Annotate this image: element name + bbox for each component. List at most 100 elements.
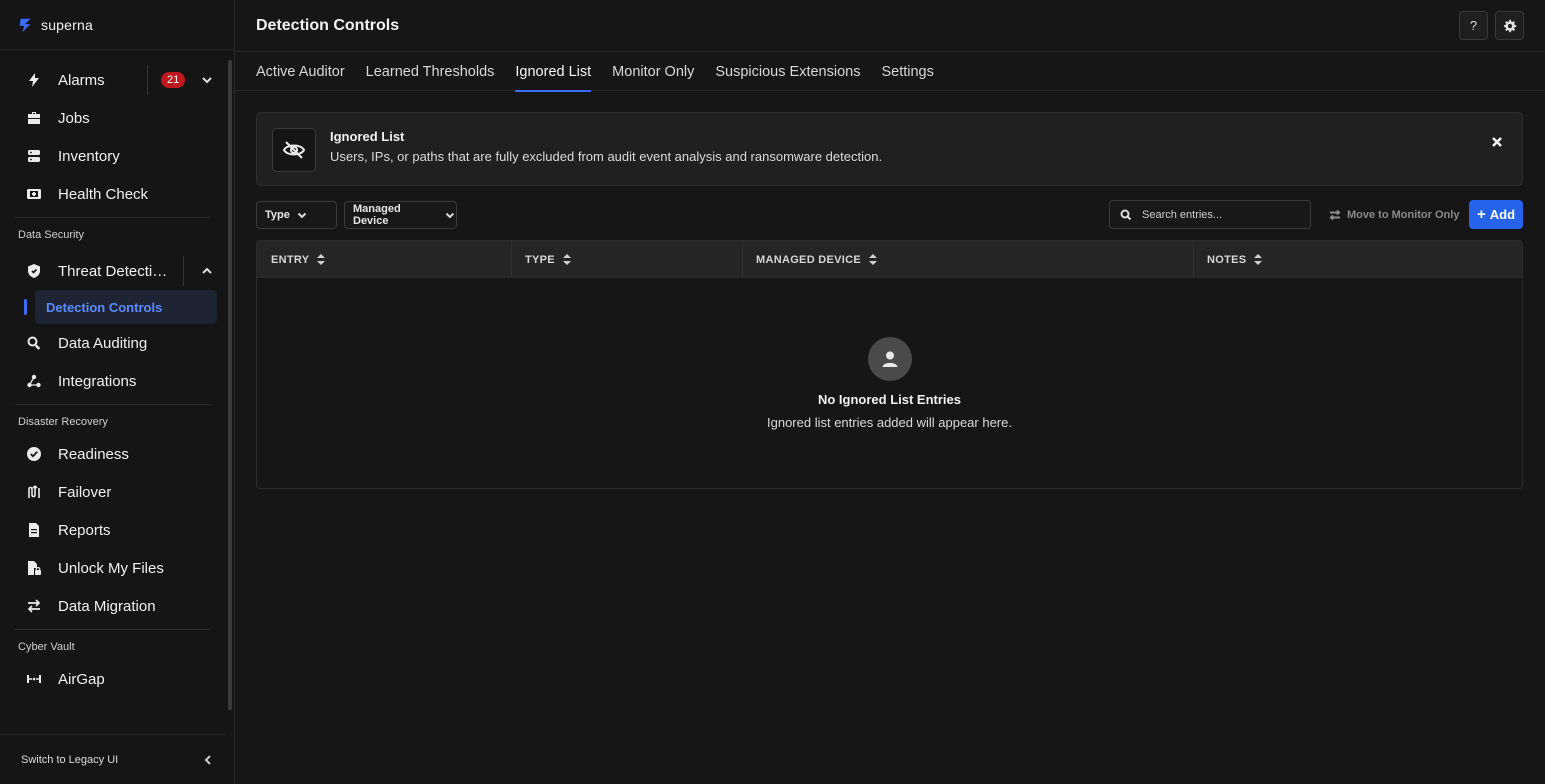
sidebar-scrollbar[interactable] xyxy=(228,60,232,710)
sidebar-item-detection-controls[interactable]: Detection Controls xyxy=(24,290,217,324)
move-label: Move to Monitor Only xyxy=(1347,208,1460,221)
column-header-entry[interactable]: ENTRY xyxy=(257,241,326,278)
type-filter-dropdown[interactable]: Type xyxy=(256,201,337,229)
main-content: Detection Controls ? Active Auditor Lear… xyxy=(235,0,1545,784)
sidebar-item-integrations[interactable]: Integrations xyxy=(0,362,225,400)
swap-arrows-icon xyxy=(26,598,42,614)
legacy-label: Switch to Legacy UI xyxy=(21,753,119,766)
sidebar-nav: Alarms 21 Jobs Inventory Health Check Da… xyxy=(0,50,225,698)
chevron-up-icon[interactable] xyxy=(200,264,214,278)
briefcase-icon xyxy=(26,110,42,126)
file-lock-icon xyxy=(26,560,42,576)
column-header-label: TYPE xyxy=(525,253,555,266)
superna-logo-icon xyxy=(19,18,31,32)
add-button[interactable]: + Add xyxy=(1469,200,1523,229)
sort-icon xyxy=(1254,254,1263,265)
brand-logo[interactable]: superna xyxy=(0,0,234,50)
tab-suspicious-extensions[interactable]: Suspicious Extensions xyxy=(715,52,860,91)
sidebar-item-data-migration[interactable]: Data Migration xyxy=(0,587,225,625)
divider xyxy=(15,217,210,218)
sidebar-item-label: Alarms xyxy=(58,71,105,89)
sidebar-item-inventory[interactable]: Inventory xyxy=(0,137,225,175)
chevron-left-icon[interactable] xyxy=(201,753,215,767)
sidebar-item-airgap[interactable]: AirGap xyxy=(0,660,225,698)
health-kit-icon xyxy=(26,186,42,202)
divider xyxy=(15,629,210,630)
page-title: Detection Controls xyxy=(256,16,400,34)
column-header-type[interactable]: TYPE xyxy=(511,241,571,278)
sidebar-item-label: Failover xyxy=(58,483,112,501)
column-header-notes[interactable]: NOTES xyxy=(1193,241,1263,278)
banner-description: Users, IPs, or paths that are fully excl… xyxy=(330,149,883,164)
managed-device-filter-label: Managed Device xyxy=(353,203,401,227)
empty-state: No Ignored List Entries Ignored list ent… xyxy=(257,337,1522,430)
table-header: ENTRY TYPE MANAGED DEVICE NOTES xyxy=(257,241,1522,278)
help-icon: ? xyxy=(1469,18,1478,33)
divider xyxy=(183,256,184,286)
app-root: superna Alarms 21 Jobs Inventory Health xyxy=(0,0,1545,784)
sidebar-item-label: Readiness xyxy=(58,445,129,463)
section-label-data-security: Data Security xyxy=(18,229,85,241)
shield-icon xyxy=(26,263,42,279)
sort-icon xyxy=(562,254,571,265)
toolbar: Type Managed Device Move to Monitor Only… xyxy=(256,200,1523,230)
column-header-label: MANAGED DEVICE xyxy=(756,253,862,266)
sidebar-item-label: Data Migration xyxy=(58,597,156,615)
help-button[interactable]: ? xyxy=(1459,11,1488,40)
sidebar-item-readiness[interactable]: Readiness xyxy=(0,435,225,473)
sidebar-item-unlock-my-files[interactable]: Unlock My Files xyxy=(0,549,225,587)
switch-legacy-ui-button[interactable]: Switch to Legacy UI xyxy=(0,734,225,784)
sort-icon xyxy=(317,254,326,265)
close-icon[interactable] xyxy=(1490,135,1504,149)
empty-state-subtitle: Ignored list entries added will appear h… xyxy=(767,415,1012,430)
sidebar-item-label: Data Auditing xyxy=(58,334,148,352)
divider xyxy=(147,65,148,95)
document-icon xyxy=(26,522,42,538)
sidebar-item-label: Detection Controls xyxy=(46,299,163,315)
sidebar-item-alarms[interactable]: Alarms 21 xyxy=(0,61,225,99)
section-label-disaster-recovery: Disaster Recovery xyxy=(18,416,108,428)
brand-name: superna xyxy=(41,16,93,33)
move-to-monitor-only-button[interactable]: Move to Monitor Only xyxy=(1329,200,1459,229)
banner-title: Ignored List xyxy=(330,129,405,144)
sidebar-item-label: Jobs xyxy=(58,109,90,127)
sidebar-item-failover[interactable]: Failover xyxy=(0,473,225,511)
tab-active-auditor[interactable]: Active Auditor xyxy=(256,52,345,91)
sidebar-item-jobs[interactable]: Jobs xyxy=(0,99,225,137)
magnify-data-icon xyxy=(26,335,42,351)
add-label: Add xyxy=(1489,207,1516,222)
alarm-count-badge: 21 xyxy=(161,72,186,88)
divider xyxy=(15,404,210,405)
sidebar-item-data-auditing[interactable]: Data Auditing xyxy=(0,324,225,362)
tab-ignored-list[interactable]: Ignored List xyxy=(515,52,591,92)
search-input[interactable] xyxy=(1142,208,1302,221)
sidebar-item-label: Reports xyxy=(58,521,111,539)
gear-icon xyxy=(1503,19,1516,32)
lightning-icon xyxy=(26,72,42,88)
active-indicator xyxy=(24,299,27,315)
ignored-list-table: ENTRY TYPE MANAGED DEVICE NOTES No Ignor… xyxy=(256,240,1523,489)
tab-monitor-only[interactable]: Monitor Only xyxy=(612,52,694,91)
sidebar-item-threat-detection[interactable]: Threat Detectio... xyxy=(0,252,225,290)
failover-icon xyxy=(26,484,42,500)
search-icon xyxy=(1120,209,1132,220)
info-banner: Ignored List Users, IPs, or paths that a… xyxy=(256,112,1523,186)
chevron-down-icon[interactable] xyxy=(200,73,214,87)
airgap-icon xyxy=(26,671,42,687)
column-header-managed-device[interactable]: MANAGED DEVICE xyxy=(742,241,878,278)
plus-icon: + xyxy=(1476,205,1486,223)
settings-button[interactable] xyxy=(1495,11,1524,40)
empty-state-title: No Ignored List Entries xyxy=(817,392,961,407)
sidebar-item-reports[interactable]: Reports xyxy=(0,511,225,549)
tab-settings[interactable]: Settings xyxy=(881,52,933,91)
sidebar-item-label: Threat Detectio... xyxy=(58,262,170,280)
sidebar-item-health-check[interactable]: Health Check xyxy=(0,175,225,213)
sidebar-item-label: Health Check xyxy=(58,185,149,203)
managed-device-filter-dropdown[interactable]: Managed Device xyxy=(344,201,457,229)
type-filter-label: Type xyxy=(265,209,290,221)
tab-learned-thresholds[interactable]: Learned Thresholds xyxy=(366,52,495,91)
check-circle-icon xyxy=(26,446,42,462)
column-header-label: NOTES xyxy=(1207,253,1247,266)
eye-off-icon xyxy=(272,128,316,172)
chevron-down-icon xyxy=(297,212,307,219)
